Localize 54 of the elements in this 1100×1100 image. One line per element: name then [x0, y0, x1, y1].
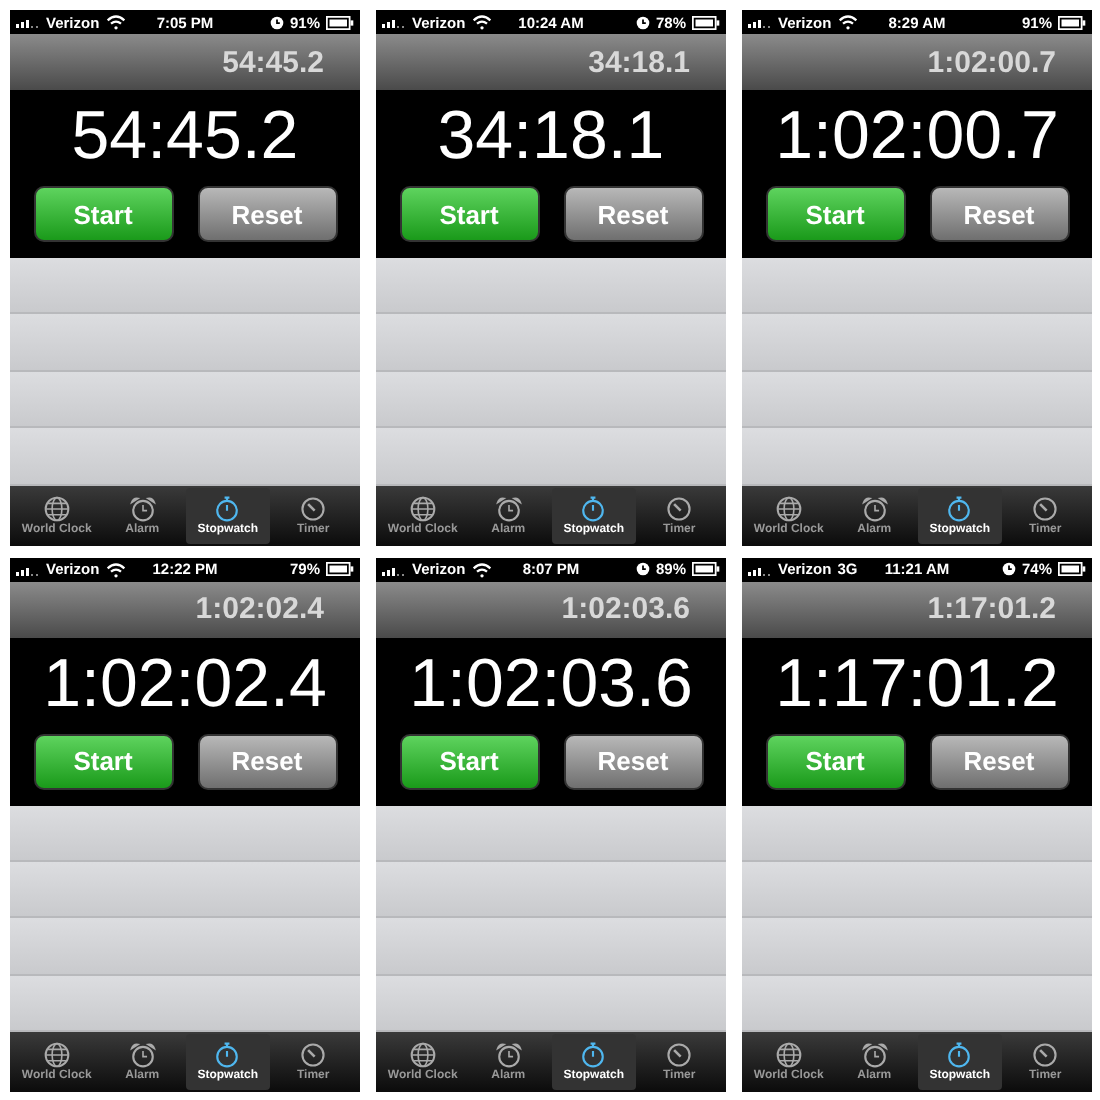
alarm-status-icon — [635, 562, 650, 576]
timer-icon — [300, 1042, 327, 1068]
stopwatch-icon — [214, 495, 241, 521]
lap-time: 1:02:00.7 — [927, 45, 1056, 79]
stopwatch-icon — [946, 1042, 973, 1068]
alarm-status-icon — [1001, 562, 1016, 576]
battery-icon — [692, 562, 720, 576]
stopwatch-icon — [580, 1042, 607, 1068]
alarm-status-icon — [635, 15, 650, 29]
elapsed-time: 1:17:01.2 — [775, 643, 1059, 725]
timer-icon — [1032, 495, 1059, 521]
alarm-clock-icon — [129, 1042, 156, 1068]
globe-icon — [775, 1042, 802, 1068]
alarm-status-icon — [269, 15, 284, 29]
stopwatch-icon — [214, 1042, 241, 1068]
battery-icon — [1058, 15, 1086, 29]
lap-time: 1:02:03.6 — [561, 592, 690, 626]
wifi-icon — [105, 561, 126, 577]
lap-time: 1:02:02.4 — [195, 592, 324, 626]
globe-icon — [43, 1042, 70, 1068]
stopwatch-icon — [580, 495, 607, 521]
battery-icon — [1058, 562, 1086, 576]
elapsed-time: 34:18.1 — [437, 96, 665, 178]
globe-icon — [43, 495, 70, 521]
globe-icon — [409, 1042, 436, 1068]
reset-button[interactable]: Reset — [197, 186, 337, 242]
alarm-clock-icon — [495, 495, 522, 521]
wifi-icon — [471, 561, 492, 577]
globe-icon — [775, 495, 802, 521]
battery-icon — [326, 562, 354, 576]
lap-time: 54:45.2 — [222, 45, 324, 79]
timer-icon — [666, 1042, 693, 1068]
lap-time: 1:17:01.2 — [927, 592, 1056, 626]
wifi-icon — [471, 14, 492, 30]
elapsed-time: 1:02:02.4 — [43, 643, 327, 725]
reset-button[interactable]: Reset — [929, 186, 1069, 242]
timer-icon — [666, 495, 693, 521]
alarm-clock-icon — [495, 1042, 522, 1068]
elapsed-time: 1:02:00.7 — [775, 96, 1059, 178]
timer-icon — [1032, 1042, 1059, 1068]
globe-icon — [409, 495, 436, 521]
timer-icon — [300, 495, 327, 521]
wifi-icon — [837, 14, 858, 30]
elapsed-time: 54:45.2 — [71, 96, 299, 178]
alarm-clock-icon — [129, 495, 156, 521]
alarm-clock-icon — [861, 495, 888, 521]
reset-button[interactable]: Reset — [563, 186, 703, 242]
alarm-clock-icon — [861, 1042, 888, 1068]
elapsed-time: 1:02:03.6 — [409, 643, 693, 725]
stopwatch-icon — [946, 495, 973, 521]
wifi-icon — [105, 14, 126, 30]
battery-icon — [692, 15, 720, 29]
battery-icon — [326, 15, 354, 29]
lap-time: 34:18.1 — [588, 45, 690, 79]
